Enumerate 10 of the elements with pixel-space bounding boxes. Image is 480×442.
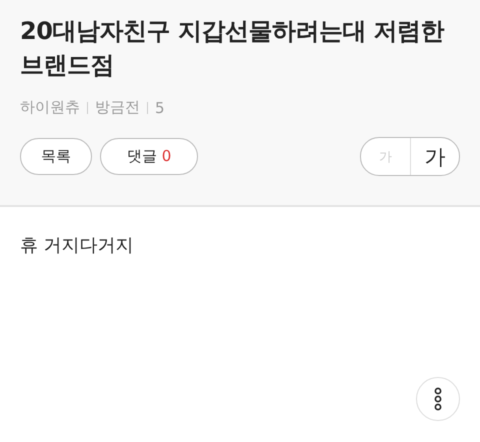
list-button[interactable]: 목록	[20, 138, 92, 175]
more-icon	[433, 387, 443, 411]
post-meta: 5	[155, 98, 165, 116]
post-title: 20대남자친구 지갑선물하려는대 저렴한 브랜드점	[20, 16, 446, 81]
more-button[interactable]	[416, 377, 460, 421]
post-meta: 방금전	[95, 98, 140, 117]
font-size-button[interactable]: 가	[410, 138, 459, 175]
post-meta: 하이원츄	[20, 98, 80, 117]
comments-button[interactable]: 댓글 0	[100, 138, 198, 175]
post-body: 휴 거지다거지	[19, 234, 135, 258]
